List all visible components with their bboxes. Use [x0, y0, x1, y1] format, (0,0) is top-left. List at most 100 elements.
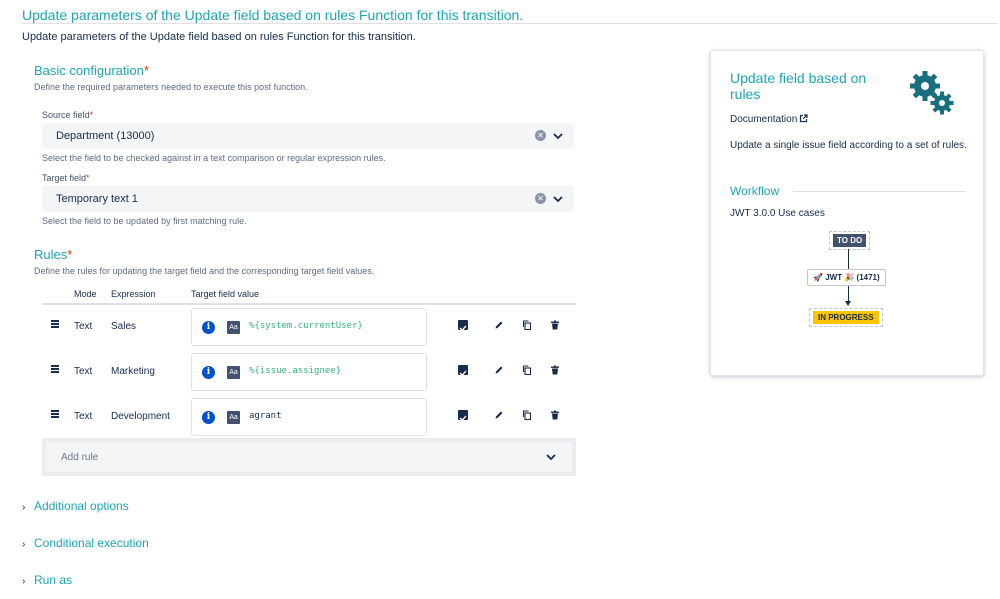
rule-value-field[interactable]: i Aa %{system.currentUser} [191, 308, 427, 346]
text-format-icon[interactable]: Aa [227, 411, 240, 424]
workflow-arrowhead [845, 301, 851, 306]
target-field-help: Select the field to be updated by first … [42, 216, 247, 226]
info-icon[interactable]: i [202, 321, 215, 334]
function-info-panel: Update field based on rules Documentatio… [710, 50, 984, 376]
rocket-icon: 🚀 [813, 273, 823, 282]
add-rule-select[interactable]: Add rule [42, 438, 576, 476]
copy-icon[interactable] [522, 410, 532, 420]
edit-icon[interactable] [494, 365, 504, 375]
panel-title: Update field based on rules [730, 70, 867, 102]
required-mark: * [86, 173, 90, 183]
column-header-mode: Mode [74, 289, 97, 299]
clear-icon[interactable]: ✕ [535, 130, 546, 141]
gears-icon [910, 71, 954, 115]
workflow-status-to: IN PROGRESS [809, 308, 883, 327]
delete-icon[interactable] [550, 410, 560, 420]
text-format-icon[interactable]: Aa [227, 321, 240, 334]
table-header-divider [42, 303, 576, 305]
edit-icon[interactable] [494, 410, 504, 420]
transition-id: (1471) [856, 273, 880, 282]
workflow-divider [793, 191, 966, 192]
text-format-icon[interactable]: Aa [227, 366, 240, 379]
rule-value: %{system.currentUser} [249, 321, 363, 331]
rule-expression: Marketing [111, 366, 155, 377]
table-row: Text Development i Aa agrant [42, 398, 576, 438]
target-field-value: Temporary text 1 [56, 193, 138, 205]
source-field-value: Department (13000) [56, 130, 155, 142]
workflow-connector [848, 249, 849, 269]
required-mark: * [67, 247, 73, 262]
rule-mode: Text [74, 366, 93, 377]
target-field-label: Target field* [42, 173, 90, 183]
chevron-right-icon: › [22, 576, 26, 587]
info-icon[interactable]: i [202, 366, 215, 379]
rule-mode: Text [74, 321, 93, 332]
source-field-label-text: Source field [42, 110, 90, 120]
info-icon[interactable]: i [202, 411, 215, 424]
page-title: Update parameters of the Update field ba… [22, 7, 524, 23]
status-badge: IN PROGRESS [813, 311, 879, 324]
drag-handle-icon[interactable] [51, 410, 59, 418]
drag-handle-icon[interactable] [51, 320, 59, 328]
workflow-connector [848, 286, 849, 302]
source-field-help: Select the field to be checked against i… [42, 153, 386, 163]
delete-icon[interactable] [550, 320, 560, 330]
status-badge: TO DO [833, 234, 867, 247]
external-link-icon [800, 114, 808, 123]
chevron-down-icon[interactable] [552, 193, 564, 205]
basic-configuration-description: Define the required parameters needed to… [34, 82, 308, 92]
checkbox-icon[interactable] [458, 365, 468, 377]
copy-icon[interactable] [522, 365, 532, 375]
add-rule-placeholder: Add rule [61, 452, 99, 463]
table-row: Text Marketing i Aa %{issue.assignee} [42, 353, 576, 393]
chevron-right-icon: › [22, 539, 26, 550]
workflow-caption: JWT 3.0.0 Use cases [730, 208, 825, 219]
checkbox-icon[interactable] [458, 410, 468, 422]
rule-value: %{issue.assignee} [249, 366, 342, 376]
party-icon: 🎉 [844, 273, 855, 282]
conditional-execution-toggle[interactable]: › Conditional execution [22, 536, 149, 550]
rule-value-field[interactable]: i Aa %{issue.assignee} [191, 353, 427, 391]
add-rule-field[interactable]: Add rule [46, 442, 572, 472]
run-as-label: Run as [34, 573, 73, 587]
title-divider [22, 23, 998, 24]
rule-value: agrant [249, 411, 282, 421]
workflow-title: Workflow [730, 184, 780, 198]
edit-icon[interactable] [494, 320, 504, 330]
chevron-down-icon[interactable] [545, 451, 557, 463]
checkbox-icon[interactable] [458, 320, 468, 332]
conditional-execution-label: Conditional execution [34, 536, 149, 550]
delete-icon[interactable] [550, 365, 560, 375]
clear-icon[interactable]: ✕ [535, 193, 546, 204]
rule-mode: Text [74, 411, 93, 422]
additional-options-toggle[interactable]: › Additional options [22, 499, 129, 513]
required-mark: * [89, 110, 94, 120]
documentation-label: Documentation [730, 114, 798, 125]
panel-description: Update a single issue field according to… [730, 140, 967, 151]
rule-value-field[interactable]: i Aa agrant [191, 398, 427, 436]
transition-label: JWT [825, 273, 843, 282]
column-header-target-field-value: Target field value [191, 289, 260, 299]
chevron-down-icon[interactable] [552, 130, 564, 142]
source-field-label: Source field* [42, 110, 93, 120]
source-field-select[interactable]: Department (13000) ✕ [42, 123, 574, 149]
rule-expression: Sales [111, 321, 137, 332]
column-header-expression: Expression [111, 289, 156, 299]
run-as-toggle[interactable]: › Run as [22, 573, 72, 587]
rules-title: Rules* [34, 247, 72, 262]
additional-options-label: Additional options [34, 499, 129, 513]
rule-expression: Development [111, 411, 170, 422]
table-row: Text Sales i Aa %{system.currentUser} [42, 308, 576, 348]
target-field-select[interactable]: Temporary text 1 ✕ [42, 186, 574, 212]
target-field-label-text: Target field [42, 173, 87, 183]
documentation-link[interactable]: Documentation [730, 114, 808, 125]
workflow-status-from: TO DO [829, 231, 871, 250]
copy-icon[interactable] [522, 320, 532, 330]
required-mark: * [143, 63, 149, 78]
basic-configuration-label: Basic configuration [34, 63, 144, 78]
chevron-right-icon: › [22, 502, 26, 513]
workflow-transition: 🚀 JWT 🎉 (1471) [807, 269, 886, 286]
page-description: Update parameters of the Update field ba… [22, 31, 416, 43]
rules-label: Rules [34, 247, 68, 262]
drag-handle-icon[interactable] [51, 365, 59, 373]
